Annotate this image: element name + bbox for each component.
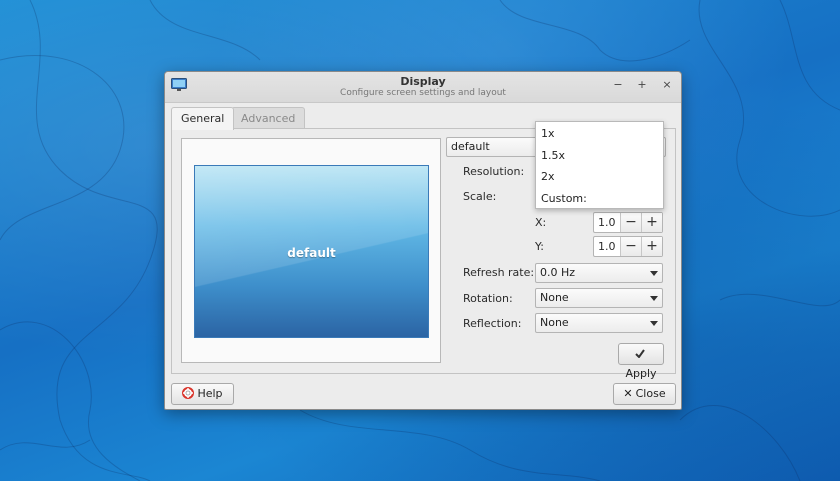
y-label: Y: — [535, 240, 544, 253]
close-label: Close — [635, 387, 666, 400]
chevron-down-icon — [650, 271, 658, 276]
resolution-label: Resolution: — [463, 165, 525, 178]
reflection-value: None — [540, 316, 569, 329]
rotation-combo[interactable]: None — [535, 288, 663, 308]
refresh-rate-label: Refresh rate: — [463, 266, 535, 279]
tab-advanced[interactable]: Advanced — [231, 107, 306, 129]
refresh-rate-combo[interactable]: 0.0 Hz — [535, 263, 663, 283]
maximize-button[interactable]: + — [635, 78, 649, 92]
chevron-down-icon — [650, 296, 658, 301]
x-increase-button[interactable]: + — [641, 213, 662, 232]
scale-option-2x[interactable]: 2x — [541, 170, 555, 183]
window-title: Display — [400, 75, 446, 88]
y-decrease-button[interactable]: − — [620, 237, 641, 256]
chevron-down-icon — [650, 321, 658, 326]
x-decrease-button[interactable]: − — [620, 213, 641, 232]
checkmark-icon — [634, 349, 645, 358]
rotation-value: None — [540, 291, 569, 304]
help-label: Help — [197, 387, 223, 400]
monitor-preview[interactable]: default — [194, 165, 429, 338]
y-increase-button[interactable]: + — [641, 237, 662, 256]
lifebuoy-icon — [182, 387, 195, 399]
refresh-rate-value: 0.0 Hz — [540, 266, 576, 279]
x-scale-value[interactable]: 1.0 — [598, 216, 616, 229]
display-preview: default — [181, 138, 441, 363]
reflection-label: Reflection: — [463, 317, 522, 330]
scale-option-1x[interactable]: 1x — [541, 127, 555, 140]
close-button[interactable]: ✕ Close — [613, 383, 676, 405]
x-label: X: — [535, 216, 547, 229]
rotation-label: Rotation: — [463, 292, 513, 305]
scale-label: Scale: — [463, 190, 497, 203]
titlebar[interactable]: Display Configure screen settings and la… — [165, 72, 681, 103]
scale-option-1-5x[interactable]: 1.5x — [541, 149, 565, 162]
scale-option-custom[interactable]: Custom: — [541, 192, 587, 205]
y-scale-stepper[interactable]: 1.0 − + — [593, 236, 663, 257]
minimize-button[interactable]: − — [611, 78, 625, 92]
y-scale-value[interactable]: 1.0 — [598, 240, 616, 253]
x-icon: ✕ — [623, 387, 633, 400]
reflection-combo[interactable]: None — [535, 313, 663, 333]
window-subtitle: Configure screen settings and layout — [340, 88, 506, 98]
x-scale-stepper[interactable]: 1.0 − + — [593, 212, 663, 233]
output-combo-value: default — [451, 140, 490, 153]
tab-general[interactable]: General — [171, 107, 235, 130]
apply-button[interactable]: Apply — [618, 343, 664, 380]
help-button[interactable]: Help — [171, 383, 234, 405]
monitor-label: default — [287, 246, 336, 260]
scale-dropdown-menu: 1x 1.5x 2x Custom: — [535, 121, 664, 209]
apply-label: Apply — [625, 367, 657, 380]
window-close-button[interactable]: × — [660, 78, 674, 92]
